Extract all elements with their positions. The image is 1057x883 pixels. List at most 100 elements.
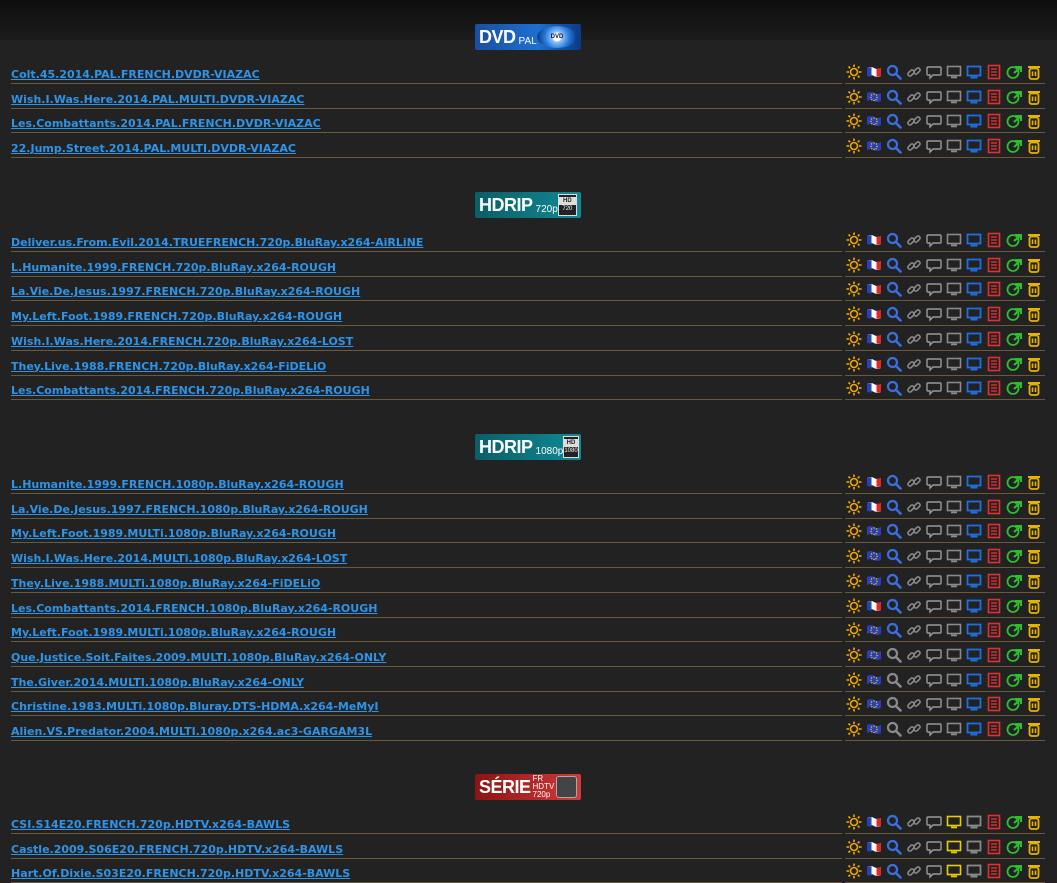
screen-icon[interactable] — [945, 63, 963, 81]
screen-icon[interactable] — [945, 671, 963, 689]
share-icon[interactable] — [1005, 498, 1023, 516]
share-icon[interactable] — [1005, 597, 1023, 615]
screen-icon[interactable] — [945, 137, 963, 155]
share-icon[interactable] — [1005, 695, 1023, 713]
screen-icon[interactable] — [945, 597, 963, 615]
share-icon[interactable] — [1005, 473, 1023, 491]
release-link[interactable]: Wish.I.Was.Here.2014.PAL.MULTI.DVDR-VIAZ… — [11, 92, 842, 109]
nfo-icon[interactable] — [985, 280, 1003, 298]
search-icon[interactable] — [885, 256, 903, 274]
comment-icon[interactable] — [925, 231, 943, 249]
release-link[interactable]: My.Left.Foot.1989.MULTi.1080p.BluRay.x26… — [11, 625, 842, 643]
share-icon[interactable] — [1005, 112, 1023, 130]
screen-icon[interactable] — [945, 838, 963, 856]
monitor-icon[interactable] — [965, 305, 983, 323]
trash-icon[interactable] — [1025, 280, 1043, 298]
flag-icon[interactable] — [865, 522, 883, 540]
comment-icon[interactable] — [925, 256, 943, 274]
share-icon[interactable] — [1005, 671, 1023, 689]
monitor-icon[interactable] — [965, 473, 983, 491]
nfo-icon[interactable] — [985, 621, 1003, 639]
search-icon[interactable] — [885, 597, 903, 615]
search-icon[interactable] — [885, 862, 903, 880]
flag-icon[interactable] — [865, 695, 883, 713]
screen-icon[interactable] — [945, 231, 963, 249]
release-link[interactable]: 22.Jump.Street.2014.PAL.MULTI.DVDR-VIAZA… — [11, 141, 842, 159]
trash-icon[interactable] — [1025, 112, 1043, 130]
comment-icon[interactable] — [925, 305, 943, 323]
search-icon[interactable] — [885, 838, 903, 856]
comment-icon[interactable] — [925, 838, 943, 856]
trash-icon[interactable] — [1025, 137, 1043, 155]
sun-icon[interactable] — [845, 646, 863, 664]
trash-icon[interactable] — [1025, 522, 1043, 540]
release-link[interactable]: Christine.1983.MULTi.1080p.Bluray.DTS-HD… — [11, 699, 842, 717]
trash-icon[interactable] — [1025, 231, 1043, 249]
link-icon[interactable] — [905, 498, 923, 516]
search-icon[interactable] — [885, 63, 903, 81]
share-icon[interactable] — [1005, 813, 1023, 831]
search-icon[interactable] — [885, 137, 903, 155]
comment-icon[interactable] — [925, 646, 943, 664]
link-icon[interactable] — [905, 547, 923, 565]
flag-icon[interactable] — [865, 597, 883, 615]
comment-icon[interactable] — [925, 112, 943, 130]
release-link[interactable]: My.Left.Foot.1989.FRENCH.720p.BluRay.x26… — [11, 309, 842, 327]
sun-icon[interactable] — [845, 862, 863, 880]
trash-icon[interactable] — [1025, 379, 1043, 397]
trash-icon[interactable] — [1025, 473, 1043, 491]
screen-icon[interactable] — [945, 305, 963, 323]
release-link[interactable]: My.Left.Foot.1989.MULTi.1080p.BluRay.x26… — [11, 526, 842, 544]
link-icon[interactable] — [905, 522, 923, 540]
nfo-icon[interactable] — [985, 379, 1003, 397]
flag-icon[interactable] — [865, 231, 883, 249]
screen-icon[interactable] — [945, 695, 963, 713]
comment-icon[interactable] — [925, 330, 943, 348]
screen-icon[interactable] — [945, 646, 963, 664]
flag-icon[interactable] — [865, 720, 883, 738]
screen-icon[interactable] — [945, 547, 963, 565]
sun-icon[interactable] — [845, 621, 863, 639]
sun-icon[interactable] — [845, 256, 863, 274]
monitor-icon[interactable] — [965, 862, 983, 880]
search-icon[interactable] — [885, 112, 903, 130]
comment-icon[interactable] — [925, 522, 943, 540]
flag-icon[interactable] — [865, 355, 883, 373]
link-icon[interactable] — [905, 63, 923, 81]
flag-icon[interactable] — [865, 330, 883, 348]
monitor-icon[interactable] — [965, 695, 983, 713]
monitor-icon[interactable] — [965, 838, 983, 856]
release-link[interactable]: Colt.45.2014.PAL.FRENCH.DVDR-VIAZAC — [11, 67, 842, 84]
link-icon[interactable] — [905, 597, 923, 615]
flag-icon[interactable] — [865, 137, 883, 155]
comment-icon[interactable] — [925, 695, 943, 713]
release-link[interactable]: La.Vie.De.Jesus.1997.FRENCH.720p.BluRay.… — [11, 284, 842, 302]
sun-icon[interactable] — [845, 720, 863, 738]
flag-icon[interactable] — [865, 547, 883, 565]
release-link[interactable]: Les.Combattants.2014.FRENCH.1080p.BluRay… — [11, 601, 842, 618]
flag-icon[interactable] — [865, 256, 883, 274]
comment-icon[interactable] — [925, 379, 943, 397]
share-icon[interactable] — [1005, 720, 1023, 738]
comment-icon[interactable] — [925, 137, 943, 155]
sun-icon[interactable] — [845, 137, 863, 155]
sun-icon[interactable] — [845, 473, 863, 491]
share-icon[interactable] — [1005, 547, 1023, 565]
screen-icon[interactable] — [945, 621, 963, 639]
nfo-icon[interactable] — [985, 597, 1003, 615]
sun-icon[interactable] — [845, 813, 863, 831]
search-icon[interactable] — [885, 280, 903, 298]
nfo-icon[interactable] — [985, 112, 1003, 130]
release-link[interactable]: Deliver.us.From.Evil.2014.TRUEFRENCH.720… — [11, 235, 842, 252]
release-link[interactable]: They.Live.1988.FRENCH.720p.BluRay.x264-F… — [11, 359, 842, 376]
link-icon[interactable] — [905, 862, 923, 880]
monitor-icon[interactable] — [965, 280, 983, 298]
release-link[interactable]: L.Humanite.1999.FRENCH.720p.BluRay.x264-… — [11, 260, 842, 277]
trash-icon[interactable] — [1025, 498, 1043, 516]
monitor-icon[interactable] — [965, 646, 983, 664]
comment-icon[interactable] — [925, 280, 943, 298]
search-icon[interactable] — [885, 305, 903, 323]
flag-icon[interactable] — [865, 473, 883, 491]
nfo-icon[interactable] — [985, 137, 1003, 155]
search-icon[interactable] — [885, 695, 903, 713]
